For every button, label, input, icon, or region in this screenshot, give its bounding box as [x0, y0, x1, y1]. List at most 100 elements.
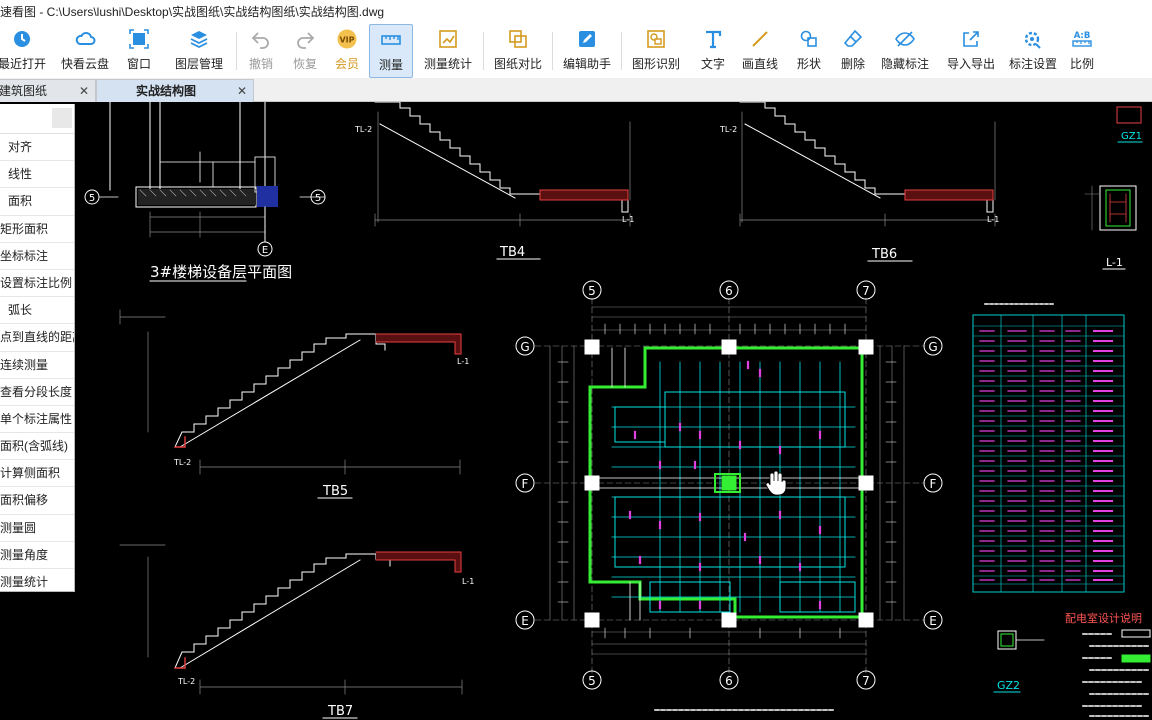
compare-button[interactable]: 图纸对比	[490, 24, 546, 78]
axis-label-e: E	[929, 614, 937, 628]
tl2-label: TL-2	[354, 125, 372, 134]
measure-menu-item[interactable]: 单个标注属性	[0, 406, 74, 434]
undo-label: 撤销	[248, 57, 273, 71]
import-export-button[interactable]: 导入导出	[944, 24, 998, 78]
notes-block: 配电室设计说明	[1065, 611, 1151, 717]
compare-icon	[507, 28, 529, 50]
measure-stats-label: 测量统计	[423, 57, 472, 71]
close-icon[interactable]: ✕	[79, 80, 89, 102]
vip-button[interactable]: VIP 会员	[327, 24, 367, 78]
tl2-label: TL-2	[173, 458, 191, 467]
axis-label-5: 5	[588, 674, 596, 688]
measure-menu-item[interactable]: 点到直线的距离	[0, 324, 74, 352]
measure-button[interactable]: 测量	[369, 24, 413, 78]
delete-label: 删除	[840, 57, 865, 71]
measure-menu-item[interactable]: 对齐	[0, 134, 74, 162]
measure-menu-item[interactable]: 计算侧面积	[0, 460, 74, 488]
l1-title: L-1	[1106, 256, 1123, 269]
axis-label-7: 7	[862, 674, 870, 688]
measure-stats-icon	[437, 28, 459, 50]
undo-button[interactable]: 撤销	[243, 24, 279, 78]
schedule-table	[972, 303, 1125, 593]
cloud-disk-label: 快看云盘	[60, 57, 109, 71]
redo-icon	[294, 28, 316, 50]
l1-label: L-1	[462, 577, 474, 586]
edit-assistant-button[interactable]: 编辑助手	[559, 24, 615, 78]
edit-assistant-icon	[576, 28, 598, 50]
measure-menu-item[interactable]: 弧长	[0, 297, 74, 325]
axis-label-e: E	[262, 245, 268, 256]
tab-structure-drawing-label: 实战结构图	[136, 84, 197, 98]
ruler-icon	[380, 29, 402, 51]
menu-pin-icon[interactable]	[52, 108, 72, 128]
shape-icon	[798, 28, 820, 50]
tb7-title: TB7	[327, 704, 353, 719]
text-label: 文字	[700, 57, 725, 71]
toolbar-separator	[552, 32, 553, 70]
window-icon	[128, 28, 150, 50]
stair-section-tb5: TL-2 L-1	[119, 309, 469, 475]
layers-icon	[188, 28, 210, 50]
import-export-icon	[960, 28, 982, 50]
toolbar-separator	[621, 32, 622, 70]
axis-label-5: 5	[588, 284, 596, 298]
measure-menu-item[interactable]: 面积(含弧线)	[0, 433, 74, 461]
plan-caption: 3#楼梯设备层平面图	[150, 263, 292, 281]
redo-button[interactable]: 恢复	[285, 24, 325, 78]
shape-button[interactable]: 形状	[794, 24, 824, 78]
l1-label: L-1	[457, 357, 469, 366]
measure-menu-item[interactable]: 测量圆	[0, 515, 74, 542]
measure-menu-item[interactable]: 面积偏移	[0, 487, 74, 515]
eraser-icon	[842, 28, 864, 50]
measure-menu-item[interactable]: 坐标标注	[0, 243, 74, 270]
recent-open-button[interactable]: 最近打开	[0, 24, 46, 78]
text-button[interactable]: 文字	[696, 24, 730, 78]
tb6-title: TB6	[871, 247, 897, 262]
scale-button[interactable]: A:B 比例	[1068, 24, 1096, 78]
tab-building-drawings-label: 建筑图纸	[0, 84, 48, 98]
draw-line-button[interactable]: 画直线	[740, 24, 780, 78]
annotation-settings-button[interactable]: 标注设置	[1006, 24, 1060, 78]
window-label: 窗口	[126, 57, 151, 71]
toolbar-separator	[483, 32, 484, 70]
axis-label-g: G	[520, 340, 529, 354]
hand-cursor-icon	[765, 470, 787, 496]
layer-manager-label: 图层管理	[174, 57, 223, 71]
window-button[interactable]: 窗口	[118, 24, 160, 78]
delete-button[interactable]: 删除	[838, 24, 868, 78]
layer-manager-button[interactable]: 图层管理	[168, 24, 230, 78]
measure-menu-item[interactable]: 线性	[0, 161, 74, 189]
l1-label: L-1	[622, 215, 634, 224]
axis-label-6: 6	[725, 674, 733, 688]
measure-menu-item[interactable]: 面积	[0, 188, 74, 216]
hide-annotation-button[interactable]: 隐藏标注	[878, 24, 932, 78]
measure-menu-header	[0, 104, 74, 134]
tl2-label: TL-2	[177, 677, 195, 686]
stair-section-tb6: TL-2 L-1	[719, 102, 999, 227]
cad-drawing: 5 5 E 3#楼梯设备层平面图 TL-2 L-1 TB4 TL-2 L-1 T…	[84, 102, 1151, 719]
axis-label-7: 7	[862, 284, 870, 298]
gz1-detail: GZ1 L-1	[1084, 106, 1143, 270]
axis-label-f: F	[930, 477, 937, 491]
cloud-disk-button[interactable]: 快看云盘	[52, 24, 118, 78]
measure-menu-item[interactable]: 测量角度	[0, 542, 74, 569]
close-icon[interactable]: ✕	[237, 80, 247, 102]
axis-label-g: G	[928, 340, 937, 354]
tab-building-drawings[interactable]: 建筑图纸 ✕	[0, 79, 96, 102]
compare-label: 图纸对比	[493, 57, 542, 71]
measure-stats-button[interactable]: 测量统计	[419, 24, 477, 78]
scale-icon: A:B	[1071, 28, 1093, 50]
measure-menu-item[interactable]: 查看分段长度	[0, 379, 74, 406]
measure-menu-item[interactable]: 设置标注比例	[0, 270, 74, 298]
measure-menu-item[interactable]: 矩形面积	[0, 216, 74, 243]
annotation-settings-label: 标注设置	[1008, 57, 1057, 71]
drawing-canvas[interactable]: 5 5 E 3#楼梯设备层平面图 TL-2 L-1 TB4 TL-2 L-1 T…	[0, 102, 1152, 720]
tab-structure-drawing[interactable]: 实战结构图 ✕	[96, 79, 254, 102]
shape-recognize-button[interactable]: 图形识别	[628, 24, 684, 78]
measure-menu-item[interactable]: 连续测量	[0, 352, 74, 379]
gz2-detail: GZ2	[993, 630, 1045, 693]
measure-menu-item[interactable]: 测量统计	[0, 569, 74, 591]
measure-label: 测量	[378, 58, 403, 72]
shape-recognize-label: 图形识别	[631, 57, 680, 71]
notes-title: 配电室设计说明	[1065, 611, 1142, 625]
